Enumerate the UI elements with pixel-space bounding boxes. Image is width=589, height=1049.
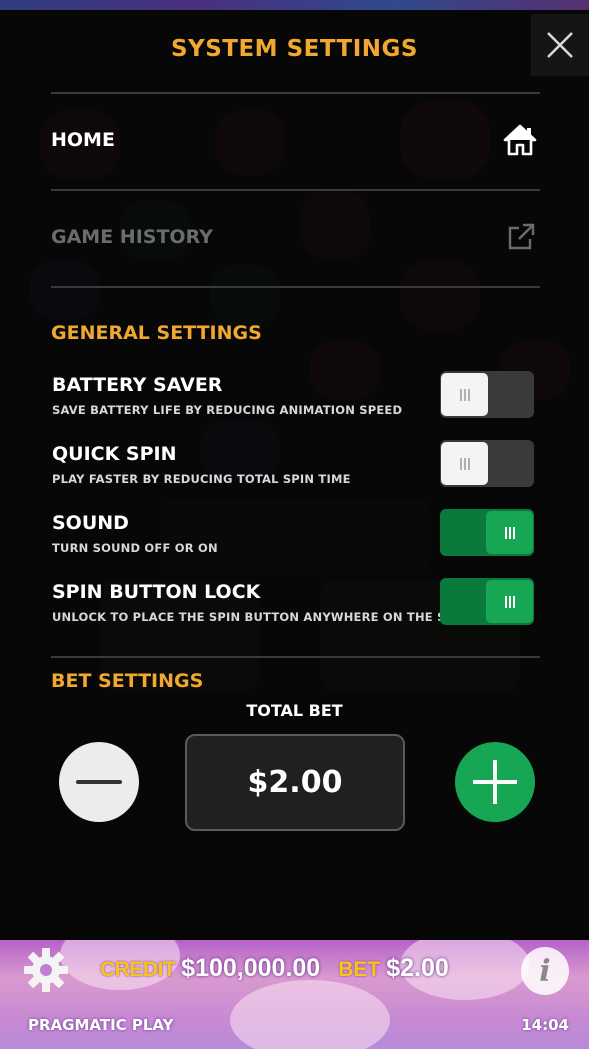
bet-value: $2.00 — [386, 954, 449, 982]
divider — [51, 286, 540, 288]
total-bet-value: $2.00 — [185, 734, 405, 831]
setting-battery-saver: BATTERY SAVER SAVE BATTERY LIFE BY REDUC… — [51, 371, 536, 424]
general-settings-heading: GENERAL SETTINGS — [51, 322, 262, 344]
menu-item-game-history-label: GAME HISTORY — [51, 226, 213, 248]
setting-description: UNLOCK TO PLACE THE SPIN BUTTON ANYWHERE… — [52, 610, 490, 624]
quick-spin-toggle[interactable] — [440, 440, 534, 487]
info-button[interactable]: i — [521, 947, 569, 995]
setting-name: BATTERY SAVER — [52, 374, 223, 396]
info-icon: i — [539, 953, 551, 989]
toggle-knob — [486, 580, 533, 623]
setting-description: SAVE BATTERY LIFE BY REDUCING ANIMATION … — [52, 403, 403, 417]
close-icon — [547, 32, 573, 58]
setting-description: TURN SOUND OFF OR ON — [52, 541, 218, 555]
setting-name: SPIN BUTTON LOCK — [52, 581, 261, 603]
home-icon — [503, 124, 537, 156]
game-top-strip — [0, 0, 589, 10]
decrease-bet-button[interactable] — [59, 742, 139, 822]
setting-description: PLAY FASTER BY REDUCING TOTAL SPIN TIME — [52, 472, 351, 486]
credit-label: CREDIT — [100, 958, 176, 981]
gear-icon[interactable] — [22, 946, 70, 994]
minus-icon — [76, 780, 122, 784]
page-title: SYSTEM SETTINGS — [170, 36, 418, 62]
credit-value: $100,000.00 — [181, 954, 321, 982]
setting-spin-button-lock: SPIN BUTTON LOCK UNLOCK TO PLACE THE SPI… — [51, 578, 536, 631]
toggle-knob — [441, 442, 488, 485]
menu-item-home-label: HOME — [51, 129, 115, 151]
bet-label: BET — [338, 958, 381, 981]
spin-button-lock-toggle[interactable] — [440, 578, 534, 625]
total-bet-label: TOTAL BET — [246, 701, 343, 720]
clock: 14:04 — [521, 1016, 569, 1034]
divider — [51, 189, 540, 191]
setting-name: SOUND — [52, 512, 129, 534]
divider — [51, 92, 540, 94]
toggle-knob — [486, 511, 533, 554]
plus-icon — [473, 760, 517, 804]
divider — [51, 656, 540, 658]
sound-toggle[interactable] — [440, 509, 534, 556]
setting-name: QUICK SPIN — [52, 443, 177, 465]
menu-item-home[interactable]: HOME — [51, 112, 540, 168]
setting-sound: SOUND TURN SOUND OFF OR ON — [51, 509, 536, 562]
bet-settings-heading: BET SETTINGS — [51, 670, 204, 692]
setting-quick-spin: QUICK SPIN PLAY FASTER BY REDUCING TOTAL… — [51, 440, 536, 493]
close-button[interactable] — [531, 14, 589, 76]
battery-saver-toggle[interactable] — [440, 371, 534, 418]
bottom-status-bar: CREDIT $100,000.00 BET $2.00 i PRAGMATIC… — [0, 940, 589, 1049]
external-link-icon — [508, 223, 535, 250]
brand-label: PRAGMATIC PLAY — [28, 1016, 174, 1034]
balance-line: CREDIT $100,000.00 BET $2.00 — [100, 954, 449, 983]
menu-item-game-history[interactable]: GAME HISTORY — [51, 209, 540, 265]
increase-bet-button[interactable] — [455, 742, 535, 822]
toggle-knob — [441, 373, 488, 416]
